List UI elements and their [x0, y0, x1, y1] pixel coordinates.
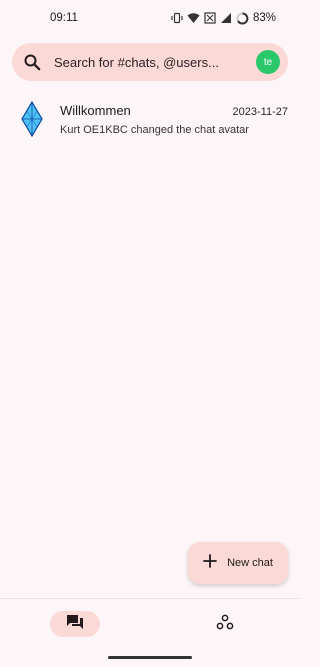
battery-percent: 83%: [252, 12, 276, 24]
nav-item-spaces[interactable]: [213, 612, 237, 636]
chat-name: Willkommen: [60, 102, 131, 118]
new-chat-button[interactable]: New chat: [188, 542, 288, 584]
chat-preview: Kurt OE1KBC changed the chat avatar: [60, 123, 249, 136]
sim-icon: [204, 12, 216, 24]
signal-icon: [220, 12, 232, 24]
status-icons: 83%: [171, 12, 276, 25]
nav-item-chats[interactable]: [50, 611, 100, 637]
chat-top: Willkommen 2023-11-27: [60, 103, 288, 118]
plus-icon: [203, 553, 217, 573]
chat-date: 2023-11-27: [232, 105, 288, 118]
vibrate-icon: [171, 12, 183, 24]
avatar[interactable]: te: [256, 50, 280, 74]
search-input[interactable]: Search for #chats, @users...: [54, 55, 256, 70]
new-chat-label: New chat: [227, 557, 273, 569]
search-icon[interactable]: [22, 52, 42, 72]
battery-ring-icon: [236, 12, 249, 25]
status-bar: 09:11 83%: [0, 0, 300, 36]
status-time: 09:11: [50, 12, 78, 24]
search-bar[interactable]: Search for #chats, @users... te: [12, 43, 288, 81]
diamond-logo-icon: [10, 97, 54, 141]
wifi-icon: [187, 12, 200, 24]
gesture-bar[interactable]: [108, 656, 192, 659]
spaces-icon: [216, 614, 234, 635]
chat-bubbles-icon: [66, 614, 84, 635]
chat-body: Willkommen 2023-11-27 Kurt OE1KBC change…: [60, 103, 288, 136]
list-item[interactable]: Willkommen 2023-11-27 Kurt OE1KBC change…: [0, 96, 300, 142]
